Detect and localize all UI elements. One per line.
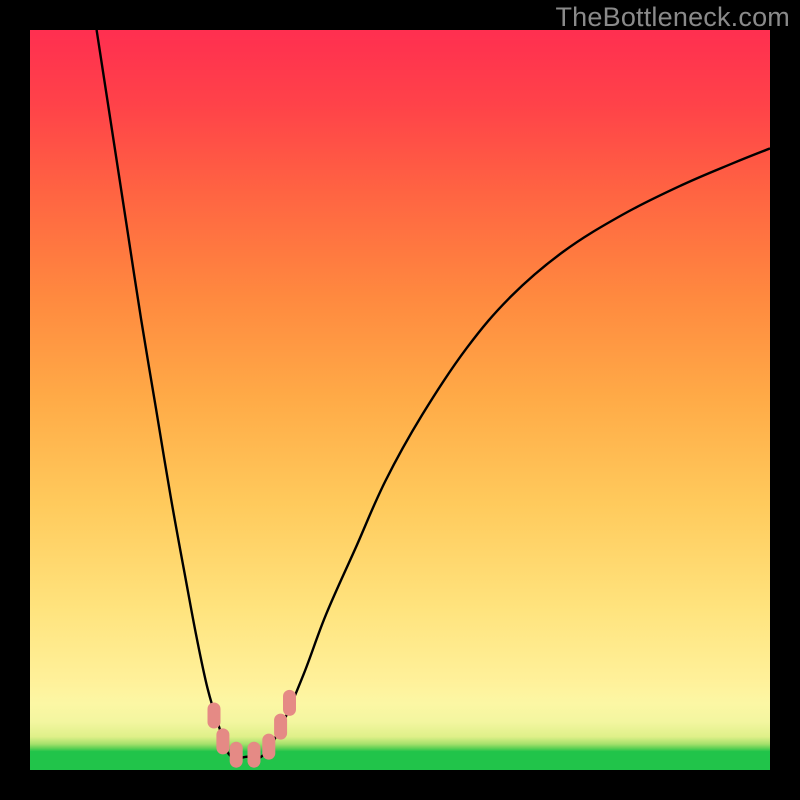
curve-marker <box>274 714 287 740</box>
plot-area <box>30 30 770 770</box>
curve-marker <box>283 690 296 716</box>
curve-marker <box>230 742 243 768</box>
curve-marker <box>208 703 221 729</box>
marker-group <box>30 30 770 770</box>
watermark-text: TheBottleneck.com <box>555 2 790 33</box>
curve-marker <box>262 734 275 760</box>
curve-marker <box>248 742 261 768</box>
curve-marker <box>216 728 229 754</box>
chart-frame: TheBottleneck.com <box>0 0 800 800</box>
